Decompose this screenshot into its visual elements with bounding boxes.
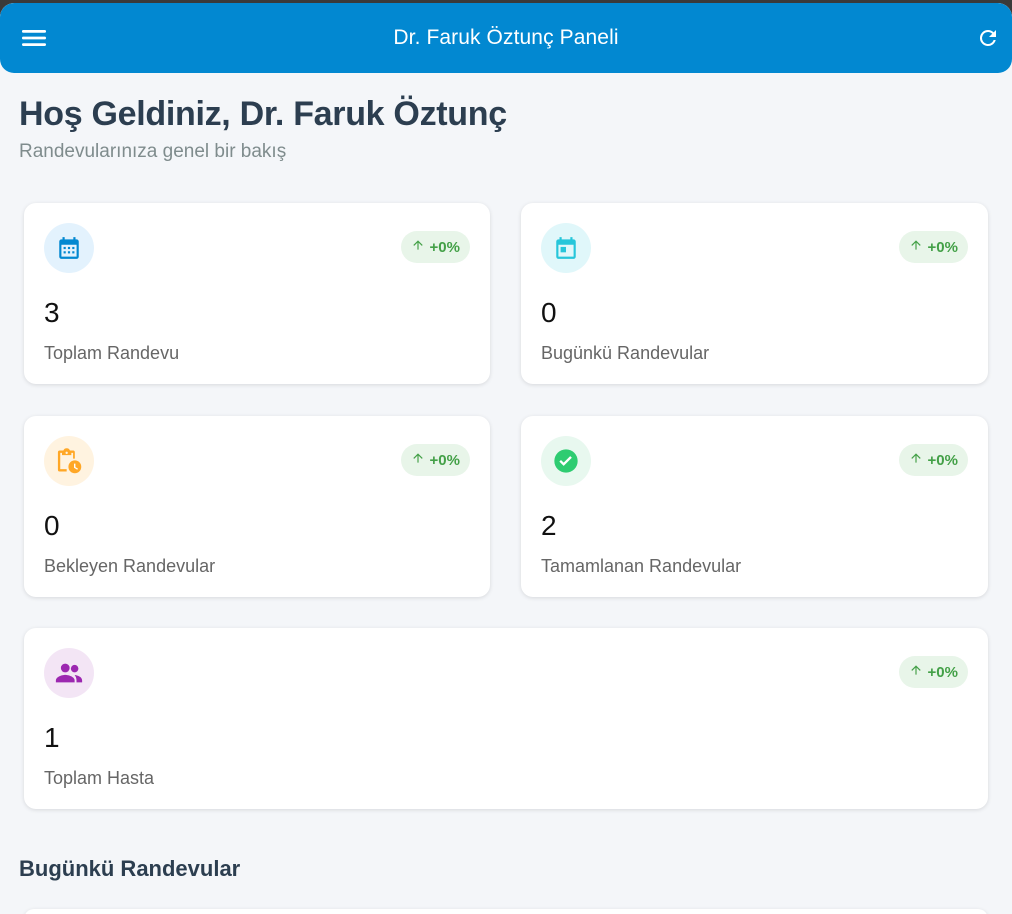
pending-clipboard-icon: [57, 448, 82, 474]
trend-badge: +0%: [898, 656, 968, 688]
menu-button[interactable]: [17, 21, 51, 55]
stat-card-total-patients[interactable]: +0% 1 Toplam Hasta: [24, 628, 988, 809]
arrow-up-icon: [909, 238, 923, 256]
trend-badge: +0%: [898, 231, 968, 263]
trend-badge-text: +0%: [927, 451, 958, 469]
trend-badge-text: +0%: [927, 663, 958, 681]
today-appointments-title: Bugünkü Randevular: [19, 856, 241, 881]
welcome-subtitle: Randevularınıza genel bir bakış: [19, 141, 287, 162]
arrow-up-icon: [411, 238, 425, 256]
stat-icon-wrap: [44, 436, 94, 486]
app-bar: Dr. Faruk Öztunç Paneli: [0, 3, 1012, 73]
refresh-icon: [979, 29, 996, 46]
stat-label: Bekleyen Randevular: [44, 556, 216, 576]
arrow-up-icon: [411, 451, 425, 469]
stat-label: Toplam Hasta: [44, 768, 155, 788]
trend-badge: +0%: [400, 444, 470, 476]
stat-icon-wrap: [541, 223, 591, 273]
stat-value: 1: [44, 722, 60, 753]
menu-icon: [22, 30, 46, 46]
stat-value: 3: [44, 297, 60, 328]
today-appointments-list: [24, 909, 988, 914]
people-icon: [55, 663, 83, 683]
stat-icon-wrap: [44, 648, 94, 698]
trend-badge: +0%: [898, 444, 968, 476]
arrow-up-icon: [909, 451, 923, 469]
refresh-button[interactable]: [971, 21, 1005, 55]
app-bar-title: Dr. Faruk Öztunç Paneli: [393, 26, 619, 49]
check-circle-icon: [554, 449, 578, 473]
calendar-today-icon: [556, 237, 576, 259]
stat-card-pending-appointments[interactable]: +0% 0 Bekleyen Randevular: [24, 416, 490, 597]
stat-card-completed-appointments[interactable]: +0% 2 Tamamlanan Randevular: [521, 416, 988, 597]
stat-icon-wrap: [541, 436, 591, 486]
stat-label: Tamamlanan Randevular: [541, 556, 742, 576]
stat-card-total-appointments[interactable]: +0% 3 Toplam Randevu: [24, 203, 490, 384]
stat-value: 2: [541, 510, 557, 541]
stat-icon-wrap: [44, 223, 94, 273]
stat-card-today-appointments[interactable]: +0% 0 Bugünkü Randevular: [521, 203, 988, 384]
trend-badge: +0%: [400, 231, 470, 263]
welcome-title: Hoş Geldiniz, Dr. Faruk Öztunç: [19, 95, 507, 133]
trend-badge-text: +0%: [429, 238, 460, 256]
stat-label: Bugünkü Randevular: [541, 343, 710, 363]
stat-label: Toplam Randevu: [44, 343, 180, 363]
stat-value: 0: [541, 297, 557, 328]
calendar-month-icon: [59, 237, 79, 259]
arrow-up-icon: [909, 663, 923, 681]
trend-badge-text: +0%: [429, 451, 460, 469]
trend-badge-text: +0%: [927, 238, 958, 256]
app-frame: Dr. Faruk Öztunç Paneli Hoş Geldiniz, Dr…: [0, 3, 1012, 914]
stat-value: 0: [44, 510, 60, 541]
